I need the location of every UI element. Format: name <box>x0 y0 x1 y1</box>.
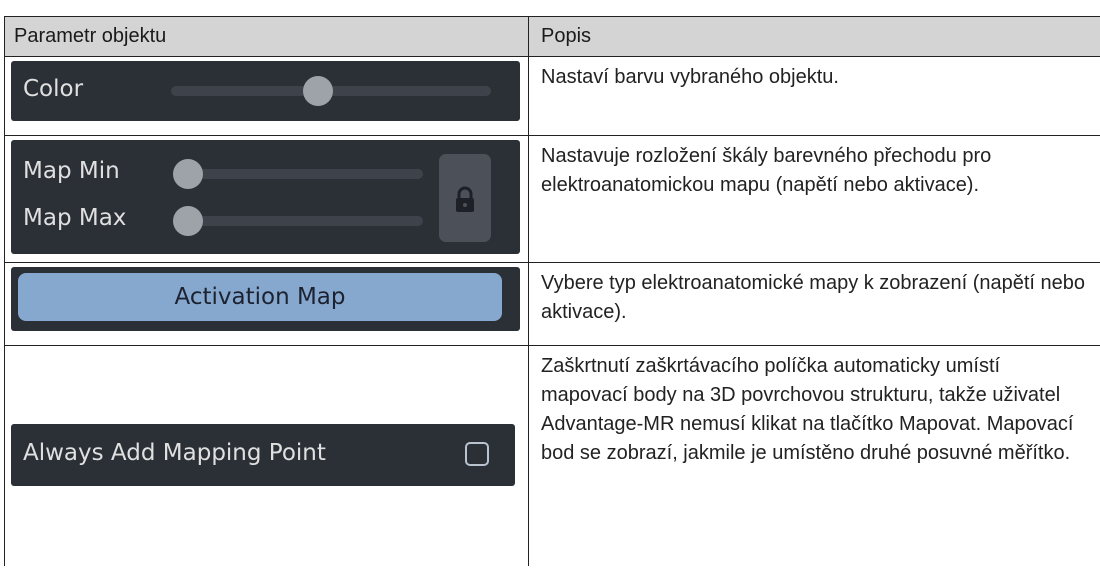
row-description: Vybere typ elektroanatomické mapy k zobr… <box>529 263 1100 345</box>
widget-cell: Map Min Map Max <box>5 136 529 262</box>
map-min-slider-knob[interactable] <box>173 159 203 189</box>
row-description: Nastaví barvu vybraného objektu. <box>529 57 1100 135</box>
table-row: Always Add Mapping Point Zaškrtnutí zašk… <box>5 346 1100 566</box>
map-max-slider-knob[interactable] <box>173 206 203 236</box>
color-slider-knob[interactable] <box>303 76 333 106</box>
always-add-label: Always Add Mapping Point <box>23 440 326 466</box>
row-description: Nastavuje rozložení škály barevného přec… <box>529 136 1100 262</box>
always-add-panel: Always Add Mapping Point <box>11 424 515 486</box>
header-parameter: Parametr objektu <box>5 17 529 56</box>
color-label: Color <box>23 76 84 102</box>
row-description: Zaškrtnutí zaškrtávacího políčka automat… <box>529 346 1100 566</box>
parameter-table: Parametr objektu Popis Color Nastaví bar… <box>4 16 1100 566</box>
table-row: Activation Map Vybere typ elektroanatomi… <box>5 263 1100 346</box>
map-min-label: Map Min <box>23 158 120 184</box>
map-range-panel: Map Min Map Max <box>11 140 520 254</box>
widget-cell: Activation Map <box>5 263 529 345</box>
table-row: Color Nastaví barvu vybraného objektu. <box>5 57 1100 136</box>
header-description: Popis <box>529 17 1100 56</box>
color-slider-panel: Color <box>11 61 520 121</box>
table-header-row: Parametr objektu Popis <box>5 17 1100 57</box>
widget-cell: Color <box>5 57 529 135</box>
activation-map-button[interactable]: Activation Map <box>18 273 502 321</box>
map-min-slider-track[interactable] <box>173 169 423 179</box>
always-add-checkbox[interactable] <box>465 442 489 466</box>
lock-button[interactable] <box>439 154 491 242</box>
map-max-label: Map Max <box>23 205 127 231</box>
table-row: Map Min Map Max Nastavuje rozložení škál… <box>5 136 1100 263</box>
widget-cell: Always Add Mapping Point <box>5 346 529 566</box>
lock-icon <box>456 186 474 212</box>
activation-map-panel: Activation Map <box>11 267 520 331</box>
map-max-slider-track[interactable] <box>173 216 423 226</box>
document-page: Parametr objektu Popis Color Nastaví bar… <box>0 0 1100 579</box>
